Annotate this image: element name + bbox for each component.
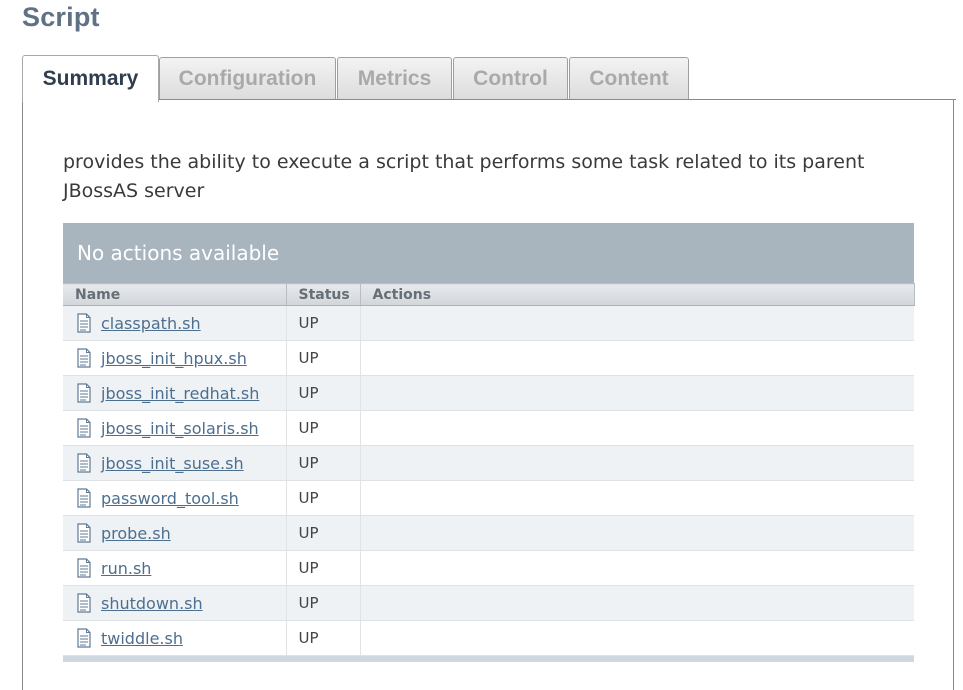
cell-name: jboss_init_redhat.sh: [63, 375, 287, 411]
table-row[interactable]: password_tool.sh UP: [63, 480, 914, 516]
cell-status: UP: [286, 550, 361, 586]
cell-actions: [360, 375, 914, 411]
cell-name: run.sh: [63, 550, 287, 586]
column-header-actions: Actions: [360, 283, 915, 306]
table-row[interactable]: jboss_init_redhat.sh UP: [63, 375, 914, 411]
table-body: classpath.sh UP jboss_init_hpux.sh UP jboss_…: [63, 305, 914, 656]
cell-status: UP: [286, 480, 361, 516]
page-title: Script: [22, 2, 100, 32]
actions-bar: No actions available: [63, 223, 914, 283]
resource-link[interactable]: classpath.sh: [101, 314, 201, 333]
resource-description: provides the ability to execute a script…: [63, 151, 865, 202]
cell-status: UP: [286, 515, 361, 551]
tab-bar: Summary Configuration Metrics Control Co…: [22, 55, 956, 102]
table-row[interactable]: shutdown.sh UP: [63, 585, 914, 621]
resource-link[interactable]: probe.sh: [101, 524, 171, 543]
document-icon: [77, 383, 91, 403]
document-icon: [77, 628, 91, 648]
child-resources-table: No actions available Name Status Actions…: [63, 223, 915, 662]
cell-actions: [360, 620, 914, 656]
document-icon: [77, 453, 91, 473]
table-footer: [63, 656, 914, 662]
resource-table: Name Status Actions classpath.sh UP jboss_…: [63, 283, 915, 656]
document-icon: [77, 488, 91, 508]
cell-name: jboss_init_hpux.sh: [63, 340, 287, 376]
cell-actions: [360, 585, 914, 621]
tab-metrics[interactable]: Metrics: [337, 57, 452, 100]
document-icon: [77, 593, 91, 613]
document-icon: [77, 418, 91, 438]
document-icon: [77, 523, 91, 543]
cell-actions: [360, 550, 914, 586]
table-row[interactable]: classpath.sh UP: [63, 305, 914, 341]
cell-name: twiddle.sh: [63, 620, 287, 656]
table-row[interactable]: run.sh UP: [63, 550, 914, 586]
cell-actions: [360, 480, 914, 516]
column-header-status[interactable]: Status: [286, 283, 361, 306]
resource-link[interactable]: jboss_init_solaris.sh: [101, 419, 259, 438]
cell-name: classpath.sh: [63, 305, 287, 341]
cell-status: UP: [286, 305, 361, 341]
resource-link[interactable]: twiddle.sh: [101, 629, 183, 648]
cell-status: UP: [286, 410, 361, 446]
cell-status: UP: [286, 585, 361, 621]
cell-status: UP: [286, 340, 361, 376]
resource-link[interactable]: password_tool.sh: [101, 489, 239, 508]
cell-name: jboss_init_solaris.sh: [63, 410, 287, 446]
cell-name: jboss_init_suse.sh: [63, 445, 287, 481]
cell-actions: [360, 515, 914, 551]
cell-actions: [360, 340, 914, 376]
cell-status: UP: [286, 445, 361, 481]
tab-summary[interactable]: Summary: [22, 55, 159, 102]
table-row[interactable]: jboss_init_hpux.sh UP: [63, 340, 914, 376]
table-header-row: Name Status Actions: [63, 283, 915, 306]
table-row[interactable]: twiddle.sh UP: [63, 620, 914, 656]
resource-link[interactable]: jboss_init_suse.sh: [101, 454, 244, 473]
tab-control[interactable]: Control: [453, 57, 568, 100]
resource-link[interactable]: shutdown.sh: [101, 594, 203, 613]
cell-status: UP: [286, 620, 361, 656]
cell-name: shutdown.sh: [63, 585, 287, 621]
cell-actions: [360, 410, 914, 446]
table-row[interactable]: probe.sh UP: [63, 515, 914, 551]
tab-divider: [159, 99, 956, 100]
resource-link[interactable]: jboss_init_redhat.sh: [101, 384, 259, 403]
column-header-name[interactable]: Name: [63, 283, 287, 306]
resource-link[interactable]: jboss_init_hpux.sh: [101, 349, 247, 368]
tab-configuration[interactable]: Configuration: [159, 57, 336, 100]
cell-actions: [360, 305, 914, 341]
document-icon: [77, 348, 91, 368]
cell-status: UP: [286, 375, 361, 411]
resource-link[interactable]: run.sh: [101, 559, 151, 578]
tab-content[interactable]: Content: [569, 57, 689, 100]
document-icon: [77, 558, 91, 578]
cell-name: probe.sh: [63, 515, 287, 551]
actions-bar-label: No actions available: [77, 241, 280, 265]
table-row[interactable]: jboss_init_solaris.sh UP: [63, 410, 914, 446]
document-icon: [77, 313, 91, 333]
cell-name: password_tool.sh: [63, 480, 287, 516]
cell-actions: [360, 445, 914, 481]
table-row[interactable]: jboss_init_suse.sh UP: [63, 445, 914, 481]
